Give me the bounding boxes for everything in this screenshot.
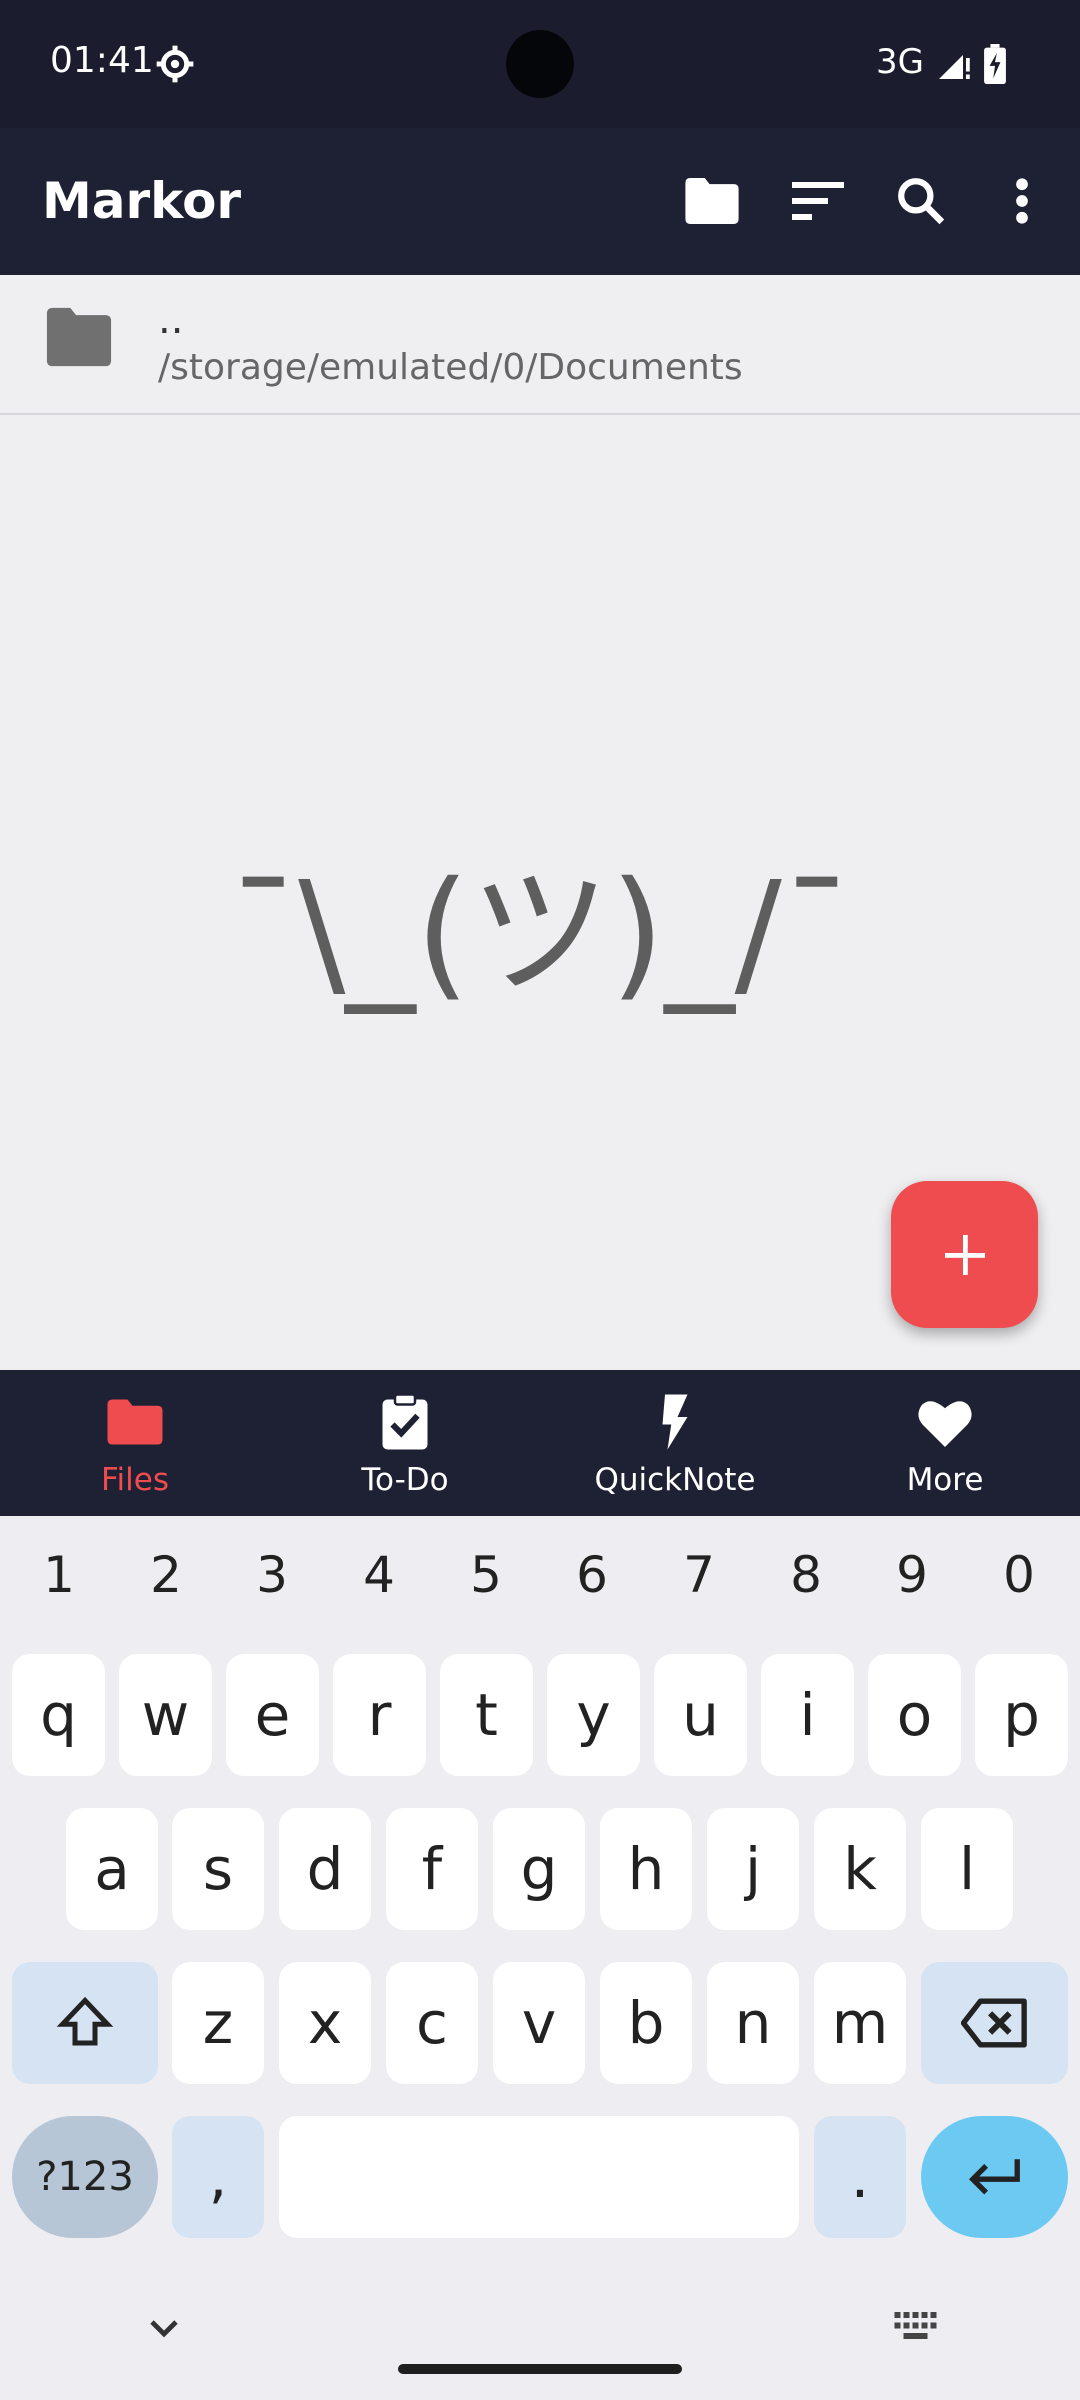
search-icon <box>898 178 945 225</box>
backspace-key[interactable] <box>921 1962 1068 2084</box>
enter-icon <box>968 2159 1020 2195</box>
space-key[interactable] <box>279 2116 799 2238</box>
file-list-item-parent[interactable]: .. /storage/emulated/0/Documents <box>0 275 1080 415</box>
more-vert-icon <box>1016 178 1028 224</box>
empty-state-text: ¯\_(ツ)_/¯ <box>228 852 852 1015</box>
add-file-fab[interactable] <box>891 1181 1038 1328</box>
key-f[interactable]: f <box>386 1808 478 1930</box>
key-w[interactable]: w <box>119 1654 212 1776</box>
nav-todo-label: To-Do <box>361 1462 449 1498</box>
status-bar: 01:41 3G <box>0 0 1080 128</box>
key-5[interactable]: 5 <box>436 1546 536 1604</box>
shift-key[interactable] <box>12 1962 158 2084</box>
key-z[interactable]: z <box>172 1962 264 2084</box>
key-m[interactable]: m <box>814 1962 906 2084</box>
nav-todo[interactable]: To-Do <box>270 1370 540 1516</box>
enter-key[interactable] <box>921 2116 1068 2238</box>
nav-more-label: More <box>906 1462 984 1498</box>
plus-icon <box>944 1234 985 1275</box>
key-y[interactable]: y <box>547 1654 640 1776</box>
backspace-icon <box>960 1998 1027 2048</box>
key-3[interactable]: 3 <box>222 1546 322 1604</box>
key-e[interactable]: e <box>226 1654 319 1776</box>
key-o[interactable]: o <box>868 1654 961 1776</box>
key-8[interactable]: 8 <box>756 1546 856 1604</box>
key-l[interactable]: l <box>921 1808 1013 1930</box>
key-c[interactable]: c <box>386 1962 478 2084</box>
keyboard-nav-bar <box>0 2290 1080 2400</box>
key-i[interactable]: i <box>761 1654 854 1776</box>
heart-icon <box>918 1401 972 1447</box>
key-b[interactable]: b <box>600 1962 692 2084</box>
folder-icon <box>46 307 112 367</box>
nav-files-label: Files <box>100 1462 170 1498</box>
signal-icon <box>939 55 970 79</box>
folder-icon <box>107 1399 163 1445</box>
chevron-down-icon[interactable] <box>140 2304 188 2352</box>
key-4[interactable]: 4 <box>329 1546 429 1604</box>
key-d[interactable]: d <box>279 1808 371 1930</box>
soft-keyboard: 1 2 3 4 5 6 7 8 9 0 q w e r t y u i o p … <box>0 1516 1080 2400</box>
app-title: Markor <box>42 172 242 230</box>
folder-button[interactable] <box>674 163 750 239</box>
key-j[interactable]: j <box>707 1808 799 1930</box>
sort-icon <box>792 182 844 220</box>
key-g[interactable]: g <box>493 1808 585 1930</box>
folder-icon <box>685 178 739 224</box>
key-r[interactable]: r <box>333 1654 426 1776</box>
sort-button[interactable] <box>780 163 856 239</box>
settings-gear-icon <box>156 45 194 83</box>
shift-icon <box>56 1996 114 2046</box>
key-9[interactable]: 9 <box>862 1546 962 1604</box>
comma-key[interactable]: , <box>172 2116 264 2238</box>
nav-files[interactable]: Files <box>0 1370 270 1516</box>
key-v[interactable]: v <box>493 1962 585 2084</box>
network-type: 3G <box>876 42 924 82</box>
key-h[interactable]: h <box>600 1808 692 1930</box>
search-button[interactable] <box>883 163 959 239</box>
file-path: /storage/emulated/0/Documents <box>158 347 743 388</box>
flash-icon <box>662 1394 688 1450</box>
key-n[interactable]: n <box>707 1962 799 2084</box>
key-t[interactable]: t <box>440 1654 533 1776</box>
file-name: .. <box>158 297 184 343</box>
key-x[interactable]: x <box>279 1962 371 2084</box>
key-k[interactable]: k <box>814 1808 906 1930</box>
key-s[interactable]: s <box>172 1808 264 1930</box>
key-7[interactable]: 7 <box>649 1546 749 1604</box>
key-0[interactable]: 0 <box>969 1546 1069 1604</box>
clipboard-check-icon <box>382 1393 428 1450</box>
bottom-navigation: Files To-Do QuickNote More <box>0 1370 1080 1516</box>
key-1[interactable]: 1 <box>9 1546 109 1604</box>
nav-quicknote[interactable]: QuickNote <box>540 1370 810 1516</box>
key-q[interactable]: q <box>12 1654 105 1776</box>
key-u[interactable]: u <box>654 1654 747 1776</box>
nav-quicknote-label: QuickNote <box>594 1462 756 1498</box>
app-bar: Markor <box>0 128 1080 275</box>
status-time: 01:41 <box>50 40 154 81</box>
camera-cutout <box>506 30 574 98</box>
home-indicator[interactable] <box>398 2364 682 2374</box>
period-key[interactable]: . <box>814 2116 906 2238</box>
key-2[interactable]: 2 <box>116 1546 216 1604</box>
key-p[interactable]: p <box>975 1654 1068 1776</box>
keyboard-icon[interactable] <box>894 2312 940 2342</box>
symbols-key[interactable]: ?123 <box>12 2116 158 2238</box>
key-a[interactable]: a <box>66 1808 158 1930</box>
overflow-menu-button[interactable] <box>984 163 1060 239</box>
battery-icon <box>984 44 1006 84</box>
nav-more[interactable]: More <box>810 1370 1080 1516</box>
key-6[interactable]: 6 <box>542 1546 642 1604</box>
